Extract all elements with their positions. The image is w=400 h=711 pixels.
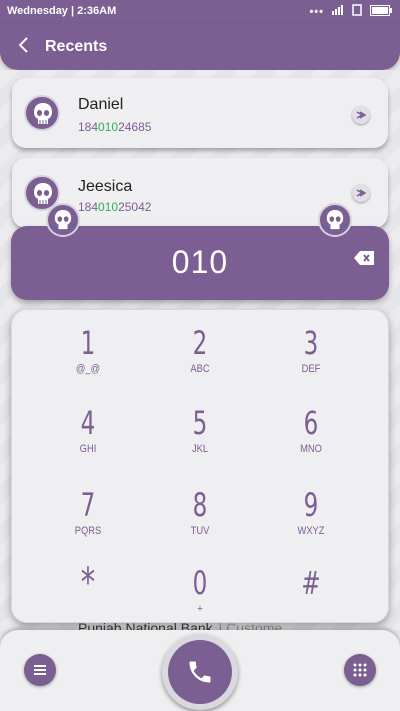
number-match: 010	[98, 120, 119, 134]
floating-avatar-left	[46, 203, 80, 237]
dialed-number: 010	[171, 244, 229, 280]
skull-icon	[326, 210, 344, 230]
key-4[interactable]: 4 GHI	[33, 395, 143, 471]
battery-icon	[370, 4, 392, 19]
call-button-inner[interactable]	[168, 640, 232, 704]
key-5[interactable]: 5 JKL	[145, 395, 255, 471]
status-time: Wednesday | 2:36AM	[7, 5, 117, 17]
keypad: 1 @_@ 2 ABC 3 DEF 4 GHI 5 JKL 6 MNO 7 PQRS 8 TUV…	[11, 309, 389, 623]
sim-icon	[352, 4, 362, 19]
skull-icon	[54, 210, 72, 230]
key-3[interactable]: 3 DEF	[256, 315, 366, 391]
key-1[interactable]: 1 @_@	[33, 315, 143, 391]
header: Recents	[0, 24, 400, 70]
number-match: 010	[98, 200, 119, 214]
more-dots-icon: •••	[309, 5, 324, 18]
dialpad-toggle-button[interactable]	[344, 654, 376, 686]
dial-input[interactable]: 010	[11, 226, 389, 300]
page-title: Recents	[45, 38, 108, 55]
key-6[interactable]: 6 MNO	[256, 395, 366, 471]
key-9[interactable]: 9 WXYZ	[256, 477, 366, 553]
call-button[interactable]	[162, 634, 238, 710]
contact-name: Daniel	[78, 96, 124, 113]
back-icon[interactable]	[16, 35, 32, 55]
menu-button[interactable]	[24, 654, 56, 686]
key-7[interactable]: 7 PQRS	[33, 477, 143, 553]
call-arrow-icon[interactable]	[352, 106, 370, 124]
recent-item-daniel[interactable]: Daniel 18401024685	[12, 78, 388, 148]
dialpad-icon	[353, 663, 367, 677]
signal-icon	[332, 5, 344, 18]
contact-name: Jeesica	[78, 178, 133, 195]
contact-number: 18401024685	[78, 120, 152, 134]
status-bar: Wednesday | 2:36AM •••	[0, 0, 400, 24]
backspace-icon[interactable]	[353, 250, 375, 266]
skull-icon	[34, 103, 52, 124]
status-icons: •••	[309, 4, 392, 19]
skull-icon	[34, 183, 52, 204]
menu-icon	[34, 665, 46, 675]
floating-avatar-right	[318, 203, 352, 237]
phone-icon	[189, 661, 211, 683]
call-arrow-icon[interactable]	[352, 184, 370, 202]
avatar	[24, 95, 60, 131]
key-8[interactable]: 8 TUV	[145, 477, 255, 553]
contact-number: 18401025042	[78, 200, 152, 214]
key-2[interactable]: 2 ABC	[145, 315, 255, 391]
